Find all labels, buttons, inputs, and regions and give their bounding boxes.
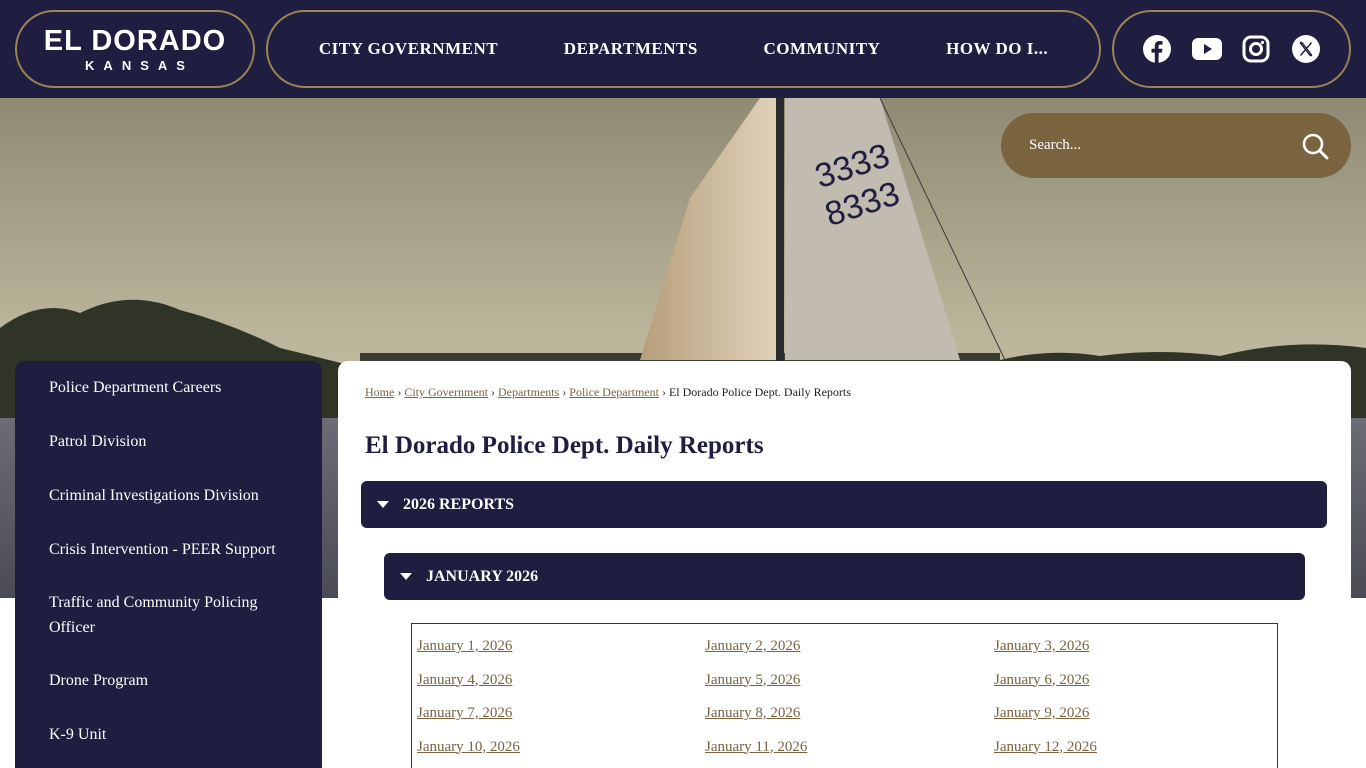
youtube-icon[interactable] [1191, 34, 1222, 64]
report-link[interactable]: January 7, 2026 [417, 697, 705, 731]
caret-down-icon [400, 573, 412, 580]
sidebar-item-k9-unit[interactable]: K-9 Unit [15, 722, 322, 747]
report-link[interactable]: January 2, 2026 [705, 630, 994, 664]
breadcrumb: Home › City Government › Departments › Police … [365, 385, 851, 399]
report-link[interactable]: January 11, 2026 [705, 731, 994, 765]
breadcrumb-departments[interactable]: Departments [498, 385, 559, 399]
main-navigation: CITY GOVERNMENT DEPARTMENTS COMMUNITY HO… [266, 10, 1101, 88]
instagram-icon[interactable] [1241, 34, 1271, 64]
breadcrumb-city-government[interactable]: City Government [404, 385, 488, 399]
accordion-january-2026[interactable]: JANUARY 2026 [384, 553, 1305, 600]
report-link[interactable]: January 10, 2026 [417, 731, 705, 765]
search-bar [1001, 113, 1351, 178]
nav-community[interactable]: COMMUNITY [764, 39, 881, 59]
nav-how-do-i[interactable]: HOW DO I... [946, 39, 1048, 59]
page-title: El Dorado Police Dept. Daily Reports [365, 432, 764, 459]
accordion-2026-label: 2026 REPORTS [403, 495, 515, 513]
site-header: EL DORADO KANSAS CITY GOVERNMENT DEPARTM… [0, 0, 1366, 98]
breadcrumb-police-department[interactable]: Police Department [569, 385, 659, 399]
caret-down-icon [377, 501, 389, 508]
breadcrumb-home[interactable]: Home [365, 385, 394, 399]
accordion-2026-reports[interactable]: 2026 REPORTS [361, 481, 1327, 528]
sidebar-item-police-department-careers[interactable]: Police Department Careers [15, 375, 322, 400]
sidebar-item-drone-program[interactable]: Drone Program [15, 668, 322, 693]
report-link[interactable]: January 6, 2026 [994, 664, 1282, 698]
reports-table: January 1, 2026 January 2, 2026 January … [411, 623, 1278, 768]
sidebar-item-criminal-investigations[interactable]: Criminal Investigations Division [15, 483, 322, 508]
sidebar-item-patrol-division[interactable]: Patrol Division [15, 429, 322, 454]
breadcrumb-current: El Dorado Police Dept. Daily Reports [668, 385, 851, 399]
main-content: Home › City Government › Departments › Police … [338, 361, 1351, 768]
report-link[interactable]: January 9, 2026 [994, 697, 1282, 731]
search-icon[interactable] [1299, 130, 1331, 162]
search-input[interactable] [1029, 137, 1299, 154]
report-link[interactable]: January 3, 2026 [994, 630, 1282, 664]
report-link[interactable]: January 4, 2026 [417, 664, 705, 698]
x-icon[interactable] [1291, 34, 1321, 64]
accordion-january-label: JANUARY 2026 [426, 567, 539, 585]
sidebar-item-traffic-community-policing[interactable]: Traffic and Community Policing Officer [15, 590, 322, 640]
nav-departments[interactable]: DEPARTMENTS [564, 39, 698, 59]
report-link[interactable]: January 5, 2026 [705, 664, 994, 698]
report-link[interactable]: January 1, 2026 [417, 630, 705, 664]
sidebar-nav: Police Department Careers Patrol Divisio… [15, 361, 322, 768]
nav-city-government[interactable]: CITY GOVERNMENT [319, 39, 498, 59]
site-logo[interactable]: EL DORADO KANSAS [15, 10, 255, 88]
logo-sub-text: KANSAS [85, 57, 194, 73]
facebook-icon[interactable] [1142, 34, 1172, 64]
social-links [1112, 10, 1351, 88]
report-link[interactable]: January 8, 2026 [705, 697, 994, 731]
sidebar-item-crisis-intervention[interactable]: Crisis Intervention - PEER Support [15, 537, 322, 562]
logo-main-text: EL DORADO [43, 24, 227, 57]
report-link[interactable]: January 12, 2026 [994, 731, 1282, 765]
